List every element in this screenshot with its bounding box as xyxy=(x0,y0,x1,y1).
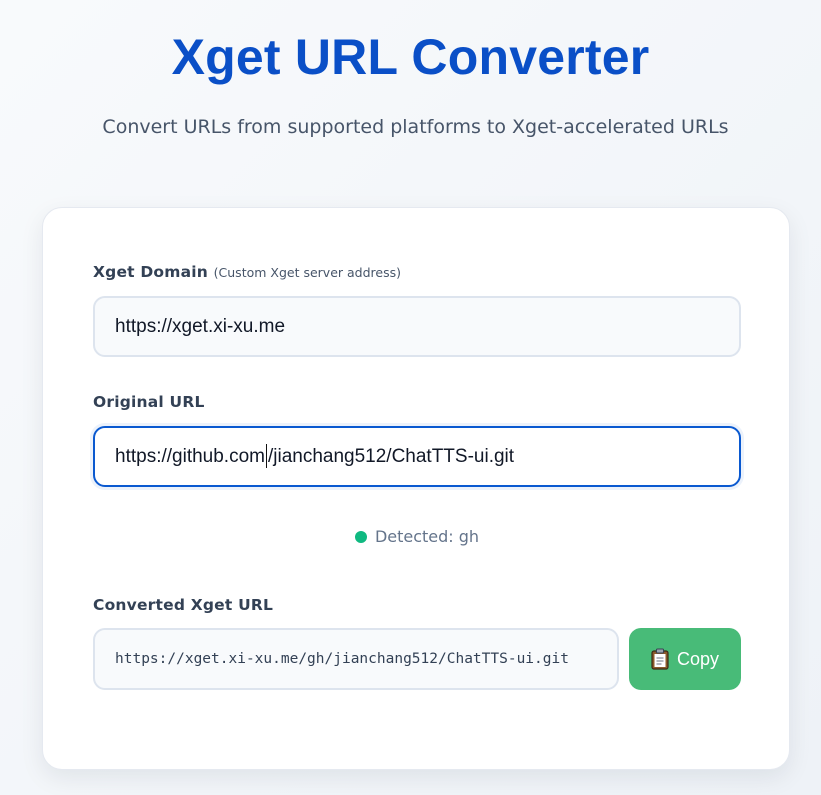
original-url-input[interactable]: https://github.com/jianchang512/ChatTTS-… xyxy=(93,426,741,487)
domain-input[interactable]: https://xget.xi-xu.me xyxy=(93,296,741,357)
clipboard-icon xyxy=(651,648,669,670)
original-url-value-start: https://github.com xyxy=(115,446,265,467)
converted-url-output[interactable]: https://xget.xi-xu.me/gh/jianchang512/Ch… xyxy=(93,628,619,690)
status-dot-icon xyxy=(354,531,367,543)
domain-label-hint: (Custom Xget server address) xyxy=(213,265,401,280)
copy-button-label: Copy xyxy=(676,648,720,669)
page-subtitle: Convert URLs from supported platforms to… xyxy=(102,116,729,138)
converted-url-value: https://xget.xi-xu.me/gh/jianchang512/Ch… xyxy=(115,651,569,667)
domain-input-value: https://xget.xi-xu.me xyxy=(115,316,286,337)
copy-button[interactable]: Copy xyxy=(629,628,741,690)
page-title: Xget URL Converter xyxy=(171,29,650,85)
original-url-label: Original URL xyxy=(93,393,205,411)
detected-text: Detected: gh xyxy=(374,527,480,546)
text-caret xyxy=(265,443,267,468)
detected-status: Detected: gh xyxy=(43,527,791,546)
domain-label-text: Xget Domain xyxy=(93,263,209,281)
domain-label: Xget Domain (Custom Xget server address) xyxy=(93,263,401,281)
converted-url-label: Converted Xget URL xyxy=(93,596,274,614)
converter-card: Xget Domain (Custom Xget server address)… xyxy=(42,207,790,770)
original-url-value-end: /jianchang512/ChatTTS-ui.git xyxy=(267,446,515,467)
